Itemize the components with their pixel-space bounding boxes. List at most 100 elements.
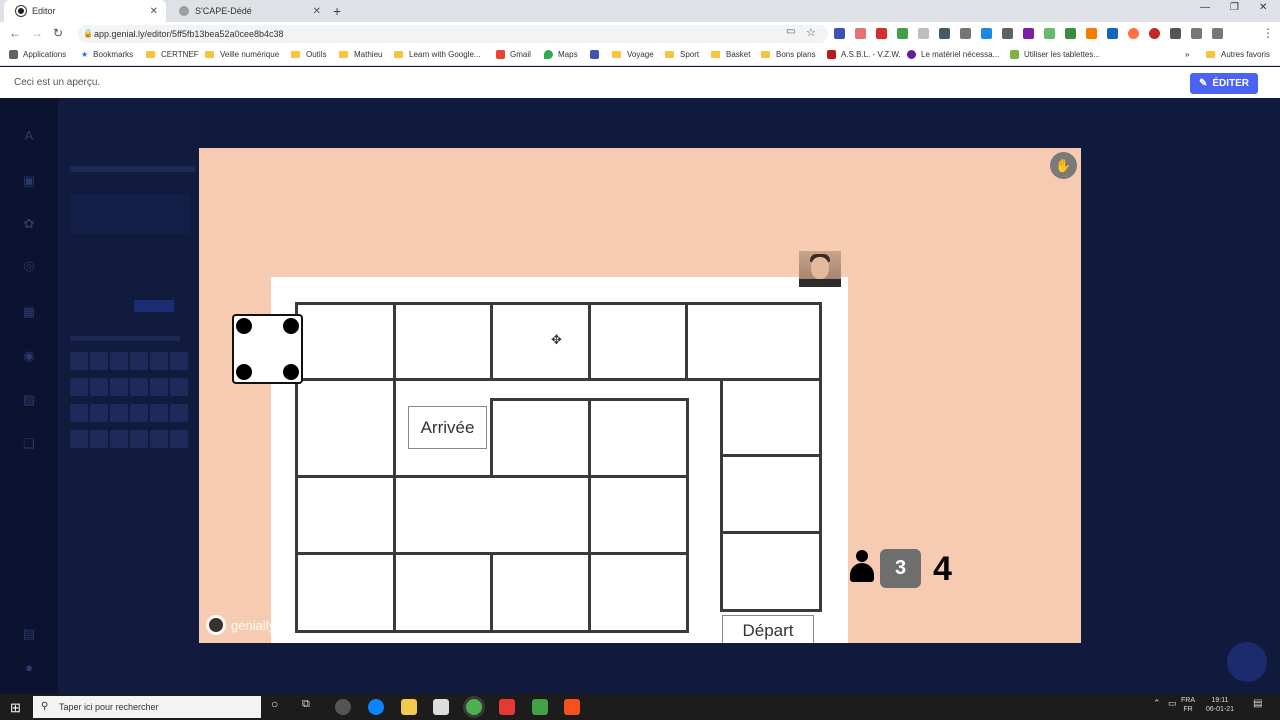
bookmark-label: Mathieu <box>354 50 383 59</box>
app-icon[interactable] <box>499 699 515 715</box>
cortana-icon[interactable]: ○ <box>271 698 278 710</box>
extension-icon[interactable] <box>876 28 887 39</box>
lang-bottom: FR <box>1183 706 1193 713</box>
taskbar-search[interactable]: ⚲ Taper ici pour rechercher <box>33 696 261 718</box>
extension-icon[interactable] <box>960 28 971 39</box>
bookmark-label: Applications <box>23 50 67 59</box>
bookmark-certnef[interactable]: CERTNEF <box>146 50 199 59</box>
forward-icon[interactable]: → <box>31 26 43 40</box>
bookmark-veille[interactable]: Veille numérique <box>205 50 279 59</box>
extension-icon[interactable] <box>1149 28 1160 39</box>
extension-icon[interactable] <box>981 28 992 39</box>
hand-cursor-icon[interactable]: ✋ <box>1050 152 1077 179</box>
extension-icon[interactable] <box>1065 28 1076 39</box>
bookmark-label: Autres favoris <box>1221 50 1270 59</box>
bookmark-mathieu[interactable]: Mathieu <box>339 50 382 59</box>
pages-tool-icon: ❏ <box>23 436 35 451</box>
reading-list-icon[interactable] <box>1212 28 1223 39</box>
bookmark-bons-plans[interactable]: Bons plans <box>761 50 816 59</box>
camtasia-icon[interactable] <box>532 699 548 715</box>
lang-top: FRA <box>1181 697 1195 704</box>
bookmark-basket[interactable]: Basket <box>711 50 750 59</box>
task-view-icon[interactable]: ⧉ <box>302 699 310 710</box>
bookmark-tablettes[interactable]: Utiliser les tablettes... <box>1010 50 1100 59</box>
text-tool-icon: A <box>24 128 34 143</box>
file-explorer-icon[interactable] <box>401 699 417 715</box>
bookmark-asbl[interactable]: A.S.B.L. - V.Z.W. <box>827 50 901 59</box>
minimize-icon[interactable]: — <box>1200 2 1210 13</box>
cast-icon[interactable] <box>1191 28 1202 39</box>
app-icon[interactable] <box>564 699 580 715</box>
bookmark-star-icon[interactable]: ☆ <box>806 26 816 39</box>
new-tab-button[interactable]: + <box>333 3 341 19</box>
windows-start-icon[interactable]: ⊞ <box>10 700 21 716</box>
url-bar[interactable]: 🔒 app.genial.ly/editor/5ff5fb13bea52a0ce… <box>78 25 828 43</box>
tray-chevron-icon[interactable]: ⌃ <box>1153 699 1161 708</box>
extension-icon[interactable] <box>1044 28 1055 39</box>
extension-icon[interactable] <box>1086 28 1097 39</box>
score-value: 4 <box>933 550 952 588</box>
extension-icon[interactable] <box>834 28 845 39</box>
edge-icon[interactable] <box>368 699 384 715</box>
bookmark-autres-favoris[interactable]: Autres favoris <box>1206 50 1270 59</box>
menu-dots-icon[interactable]: ⋮ <box>1262 26 1274 40</box>
drive-icon[interactable] <box>897 28 908 39</box>
bookmark-learn[interactable]: Learn with Google... <box>394 50 481 59</box>
bookmark-site[interactable] <box>590 50 604 59</box>
board-cell <box>720 378 822 457</box>
board-cell <box>295 378 396 478</box>
bookmark-maps[interactable]: Maps <box>544 50 578 59</box>
site-icon <box>907 50 916 59</box>
cast-icon[interactable]: ▭ <box>786 26 795 37</box>
bookmark-voyage[interactable]: Voyage <box>612 50 654 59</box>
bookmark-materiel[interactable]: Le matériel nécessa... <box>907 50 999 59</box>
url-text: app.genial.ly/editor/5ff5fb13bea52a0cee8… <box>94 29 284 39</box>
board-cell <box>588 302 688 381</box>
bookmark-label: Maps <box>558 50 578 59</box>
extension-icon[interactable] <box>1128 28 1139 39</box>
close-window-icon[interactable]: ✕ <box>1259 2 1267 13</box>
extension-icon[interactable] <box>939 28 950 39</box>
dimmed-input <box>70 194 190 234</box>
dimmed-heading <box>70 166 195 172</box>
close-tab-icon[interactable]: ✕ <box>150 6 158 17</box>
extension-icon[interactable] <box>918 28 929 39</box>
edit-button[interactable]: ✎ ÉDITER <box>1190 73 1258 94</box>
dimmed-button <box>134 300 174 312</box>
clock[interactable]: 19:11 06-01-21 <box>1206 696 1234 714</box>
app-icon[interactable] <box>335 699 351 715</box>
genially-logo[interactable]: genially <box>206 615 275 635</box>
character-photo[interactable] <box>799 251 841 287</box>
tab-editor[interactable]: Editor ✕ <box>4 0 166 22</box>
windows-taskbar: ⊞ ⚲ Taper ici pour rechercher ○ ⧉ ⌃ ▭ FR… <box>0 694 1280 720</box>
bookmark-outils[interactable]: Outils <box>291 50 326 59</box>
translate-icon[interactable] <box>1107 28 1118 39</box>
dice-button[interactable] <box>232 314 303 384</box>
store-icon[interactable] <box>433 699 449 715</box>
notifications-icon[interactable]: ▤ <box>1253 699 1262 709</box>
bookmark-bookmarks[interactable]: ★ Bookmarks <box>81 50 133 59</box>
editor-sidebar-dimmed: A ▣ ✿ ◎ ▦ ◉ ▨ ❏ ▤ ● <box>0 98 58 694</box>
language-indicator[interactable]: FRA FR <box>1181 696 1195 714</box>
bookmark-sport[interactable]: Sport <box>665 50 699 59</box>
star-icon: ★ <box>81 50 89 59</box>
chrome-icon[interactable] <box>466 699 482 715</box>
reload-icon[interactable]: ↻ <box>53 26 63 40</box>
onenote-icon[interactable] <box>1023 28 1034 39</box>
back-icon[interactable]: ← <box>9 26 21 40</box>
bookmark-applications[interactable]: Applications <box>9 50 66 59</box>
bookmark-label: Utiliser les tablettes... <box>1024 50 1101 59</box>
apps-grid-icon <box>9 50 18 59</box>
extension-icon[interactable] <box>855 28 866 39</box>
bookmark-gmail[interactable]: Gmail <box>496 50 531 59</box>
tab-scape[interactable]: S'CAPE-Dédé ✕ <box>167 0 329 22</box>
resources-tool-icon: ✿ <box>23 216 35 231</box>
extension-icon[interactable] <box>1002 28 1013 39</box>
bookmarks-overflow-icon[interactable]: » <box>1185 50 1189 59</box>
network-icon[interactable]: ▭ <box>1168 699 1177 708</box>
bookmark-label: Voyage <box>627 50 654 59</box>
close-tab-icon[interactable]: ✕ <box>313 6 321 17</box>
restore-icon[interactable]: ❐ <box>1230 2 1239 13</box>
puzzle-icon[interactable] <box>1170 28 1181 39</box>
counter-badge[interactable]: 3 <box>880 549 921 588</box>
